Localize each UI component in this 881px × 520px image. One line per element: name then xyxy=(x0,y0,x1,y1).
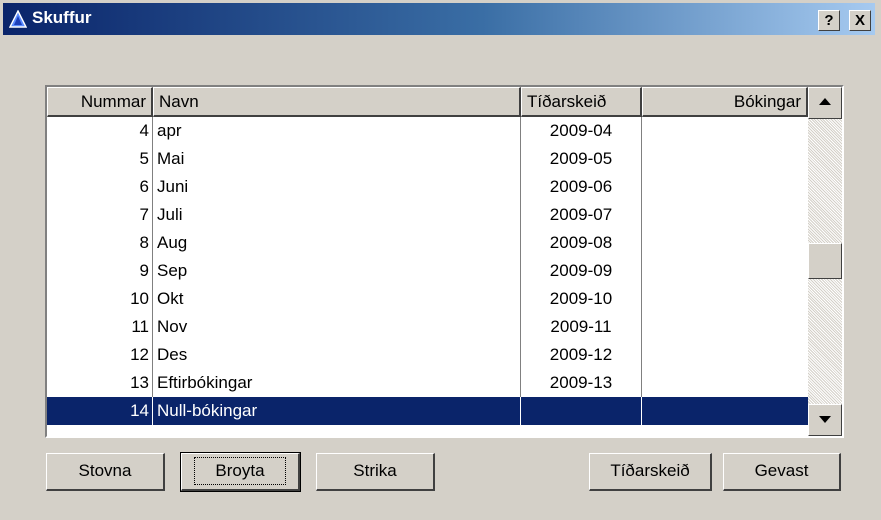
cell-navn: Aug xyxy=(153,229,521,257)
cell-nummar: 10 xyxy=(47,285,153,313)
cell-bokingar xyxy=(642,369,808,397)
close-button[interactable]: X xyxy=(849,10,871,31)
stovna-button[interactable]: Stovna xyxy=(46,453,165,491)
window-title: Skuffur xyxy=(32,8,92,27)
cell-bokingar xyxy=(642,285,808,313)
app-triangle-icon xyxy=(9,10,27,28)
cell-navn: Eftirbókingar xyxy=(153,369,521,397)
broyta-button-label: Broyta xyxy=(194,457,286,485)
table-row[interactable]: 4 apr 2009-04 xyxy=(47,117,808,145)
table-row[interactable]: 6 Juni 2009-06 xyxy=(47,173,808,201)
column-header-navn[interactable]: Navn xyxy=(153,87,521,117)
broyta-button[interactable]: Broyta xyxy=(180,452,301,492)
cell-bokingar xyxy=(642,145,808,173)
cell-nummar: 13 xyxy=(47,369,153,397)
vertical-scrollbar[interactable] xyxy=(808,87,842,436)
scroll-up-button[interactable] xyxy=(808,87,842,119)
table-row[interactable]: 11 Nov 2009-11 xyxy=(47,313,808,341)
strika-button[interactable]: Strika xyxy=(316,453,435,491)
skuffur-list[interactable]: Nummar Navn Tíðarskeið Bókingar 4 apr 2009… xyxy=(45,85,844,438)
scroll-down-button[interactable] xyxy=(808,404,842,436)
tidarskeid-button[interactable]: Tíðarskeið xyxy=(589,453,712,491)
scroll-thumb[interactable] xyxy=(808,243,842,279)
cell-navn: Des xyxy=(153,341,521,369)
cell-tidarskeid: 2009-06 xyxy=(521,173,642,201)
cell-tidarskeid: 2009-12 xyxy=(521,341,642,369)
cell-tidarskeid: 2009-13 xyxy=(521,369,642,397)
cell-nummar: 11 xyxy=(47,313,153,341)
cell-nummar: 6 xyxy=(47,173,153,201)
table-row[interactable]: 9 Sep 2009-09 xyxy=(47,257,808,285)
cell-nummar: 14 xyxy=(47,397,153,425)
column-header-nummar[interactable]: Nummar xyxy=(47,87,153,117)
cell-bokingar xyxy=(642,229,808,257)
table-row[interactable]: 5 Mai 2009-05 xyxy=(47,145,808,173)
cell-tidarskeid: 2009-05 xyxy=(521,145,642,173)
cell-navn: Juli xyxy=(153,201,521,229)
table-row[interactable]: 14 Null-bókingar xyxy=(47,397,808,425)
cell-nummar: 7 xyxy=(47,201,153,229)
table-row[interactable]: 13 Eftirbókingar 2009-13 xyxy=(47,369,808,397)
gevast-button[interactable]: Gevast xyxy=(723,453,841,491)
cell-tidarskeid: 2009-11 xyxy=(521,313,642,341)
table-row[interactable]: 12 Des 2009-12 xyxy=(47,341,808,369)
cell-nummar: 5 xyxy=(47,145,153,173)
cell-tidarskeid: 2009-08 xyxy=(521,229,642,257)
table-row[interactable]: 10 Okt 2009-10 xyxy=(47,285,808,313)
list-header: Nummar Navn Tíðarskeið Bókingar xyxy=(47,87,808,117)
column-header-bokingar[interactable]: Bókingar xyxy=(642,87,808,117)
cell-navn: Okt xyxy=(153,285,521,313)
cell-tidarskeid xyxy=(521,397,642,425)
cell-navn: Nov xyxy=(153,313,521,341)
cell-tidarskeid: 2009-07 xyxy=(521,201,642,229)
cell-navn: Mai xyxy=(153,145,521,173)
cell-bokingar xyxy=(642,257,808,285)
cell-tidarskeid: 2009-10 xyxy=(521,285,642,313)
cell-navn: Sep xyxy=(153,257,521,285)
cell-navn: Null-bókingar xyxy=(153,397,521,425)
cell-tidarskeid: 2009-04 xyxy=(521,117,642,145)
column-header-tidarskeid[interactable]: Tíðarskeið xyxy=(521,87,642,117)
cell-nummar: 8 xyxy=(47,229,153,257)
cell-bokingar xyxy=(642,201,808,229)
dialog-window: Skuffur ? X Nummar Navn Tíðarskeið Bókin… xyxy=(0,0,881,520)
cell-tidarskeid: 2009-09 xyxy=(521,257,642,285)
cell-bokingar xyxy=(642,313,808,341)
cell-nummar: 12 xyxy=(47,341,153,369)
cell-navn: apr xyxy=(153,117,521,145)
cell-nummar: 4 xyxy=(47,117,153,145)
table-row[interactable]: 8 Aug 2009-08 xyxy=(47,229,808,257)
title-bar[interactable]: Skuffur ? X xyxy=(3,3,875,35)
cell-nummar: 9 xyxy=(47,257,153,285)
cell-navn: Juni xyxy=(153,173,521,201)
cell-bokingar xyxy=(642,397,808,425)
cell-bokingar xyxy=(642,173,808,201)
arrow-down-icon xyxy=(819,416,831,423)
list-body: 4 apr 2009-04 5 Mai 2009-05 6 Juni 2009-06 7 Juli 2… xyxy=(47,117,808,425)
cell-bokingar xyxy=(642,117,808,145)
arrow-up-icon xyxy=(819,98,831,105)
help-button[interactable]: ? xyxy=(818,10,840,31)
cell-bokingar xyxy=(642,341,808,369)
table-row[interactable]: 7 Juli 2009-07 xyxy=(47,201,808,229)
